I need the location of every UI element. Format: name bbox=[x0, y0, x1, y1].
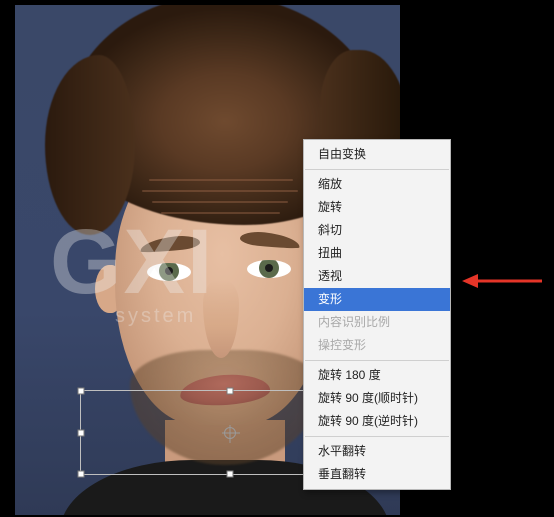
menu-item[interactable]: 水平翻转 bbox=[304, 440, 450, 463]
portrait-eye bbox=[147, 263, 191, 281]
viewport: GXI system 自由变换缩放旋转斜切扭曲透视变形内容识别比例操控变形旋转 … bbox=[0, 0, 554, 517]
menu-item: 内容识别比例 bbox=[304, 311, 450, 334]
menu-separator bbox=[305, 169, 449, 170]
annotation-arrow bbox=[462, 272, 542, 290]
menu-item[interactable]: 透视 bbox=[304, 265, 450, 288]
portrait-beard bbox=[130, 350, 320, 465]
menu-item[interactable]: 扭曲 bbox=[304, 242, 450, 265]
menu-item: 操控变形 bbox=[304, 334, 450, 357]
menu-item[interactable]: 垂直翻转 bbox=[304, 463, 450, 486]
menu-item[interactable]: 变形 bbox=[304, 288, 450, 311]
menu-item[interactable]: 自由变换 bbox=[304, 143, 450, 166]
transform-context-menu[interactable]: 自由变换缩放旋转斜切扭曲透视变形内容识别比例操控变形旋转 180 度旋转 90 … bbox=[303, 139, 451, 490]
menu-separator bbox=[305, 360, 449, 361]
menu-separator bbox=[305, 436, 449, 437]
menu-item[interactable]: 斜切 bbox=[304, 219, 450, 242]
portrait-eye bbox=[247, 260, 291, 278]
menu-item[interactable]: 旋转 90 度(逆时针) bbox=[304, 410, 450, 433]
menu-item[interactable]: 缩放 bbox=[304, 173, 450, 196]
menu-item[interactable]: 旋转 bbox=[304, 196, 450, 219]
portrait-forehead-lines bbox=[135, 170, 305, 225]
menu-item[interactable]: 旋转 90 度(顺时针) bbox=[304, 387, 450, 410]
menu-item[interactable]: 旋转 180 度 bbox=[304, 364, 450, 387]
